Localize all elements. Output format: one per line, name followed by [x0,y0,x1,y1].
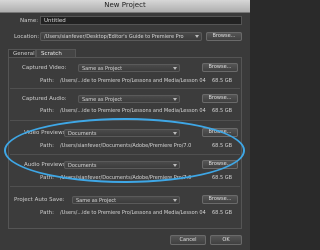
video-previews-label: Video Previews: [24,130,68,136]
dropdown-arrow-icon [173,98,177,101]
location-select[interactable]: /Users/sianfever/Desktop/Editor's Guide … [40,32,202,41]
captured-audio-path: /Users/...ide to Premiere Pro/Lessons an… [60,108,206,114]
captured-audio-select-value: Same as Project [82,96,123,103]
audio-previews-path-label: Path: [40,175,54,181]
divider [10,120,240,121]
divider [10,186,240,187]
captured-video-path: /Users/...ide to Premiere Pro/Lessons an… [60,78,206,84]
tab-general[interactable]: General [8,49,36,57]
project-auto-save-select-value: Same as Project [76,197,117,204]
project-auto-save-browse-button[interactable]: Browse... [202,195,238,204]
ok-button[interactable]: OK [210,235,242,245]
audio-previews-label: Audio Previews: [24,162,68,168]
captured-audio-label: Captured Audio: [22,96,67,102]
project-auto-save-path: /Users/...ide to Premiere Pro/Lessons an… [60,210,206,216]
video-previews-select[interactable]: Documents [64,129,180,137]
name-field[interactable]: Untitled [40,16,242,25]
audio-previews-select-value: Documents [68,162,97,169]
captured-audio-select[interactable]: Same as Project [78,95,180,103]
location-label: Location: [14,34,40,40]
tab-scratch-disks[interactable]: Scratch Disks [36,49,76,65]
name-label: Name: [20,18,39,24]
audio-previews-path: /Users/sianfever/Documents/Adobe/Premier… [60,175,192,181]
dropdown-arrow-icon [195,35,199,38]
project-auto-save-size: 68.5 GB [212,210,233,216]
project-auto-save-select[interactable]: Same as Project [72,196,180,204]
captured-audio-path-label: Path: [40,108,54,114]
audio-previews-browse-button[interactable]: Browse... [202,160,238,169]
window-title: New Project [104,1,146,9]
captured-video-browse-button[interactable]: Browse... [202,63,238,72]
dropdown-arrow-icon [173,199,177,202]
location-browse-button[interactable]: Browse... [206,32,242,41]
dropdown-arrow-icon [173,164,177,167]
video-previews-path: /Users/sianfever/Documents/Adobe/Premier… [60,143,192,149]
captured-audio-browse-button[interactable]: Browse... [202,94,238,103]
audio-previews-size: 68.5 GB [212,175,233,181]
video-previews-size: 68.5 GB [212,143,233,149]
project-auto-save-path-label: Path: [40,210,54,216]
audio-previews-select[interactable]: Documents [64,161,180,169]
location-value: /Users/sianfever/Desktop/Editor's Guide … [44,34,184,40]
dropdown-arrow-icon [173,132,177,135]
divider [10,88,240,89]
captured-audio-size: 68.5 GB [212,108,233,114]
dropdown-arrow-icon [173,67,177,70]
name-value: Untitled [44,18,66,24]
captured-video-size: 68.5 GB [212,78,233,84]
video-previews-path-label: Path: [40,143,54,149]
title-bar: New Project [0,0,250,13]
divider [10,154,240,155]
cancel-button[interactable]: Cancel [170,235,206,245]
captured-video-select-value: Same as Project [82,65,123,72]
project-auto-save-label: Project Auto Save: [14,197,65,203]
video-previews-select-value: Documents [68,130,97,137]
captured-video-path-label: Path: [40,78,54,84]
captured-video-select[interactable]: Same as Project [78,64,180,72]
new-project-dialog: New Project Name: Untitled Location: /Us… [0,0,250,250]
video-previews-browse-button[interactable]: Browse... [202,128,238,137]
captured-video-label: Captured Video: [22,65,67,71]
